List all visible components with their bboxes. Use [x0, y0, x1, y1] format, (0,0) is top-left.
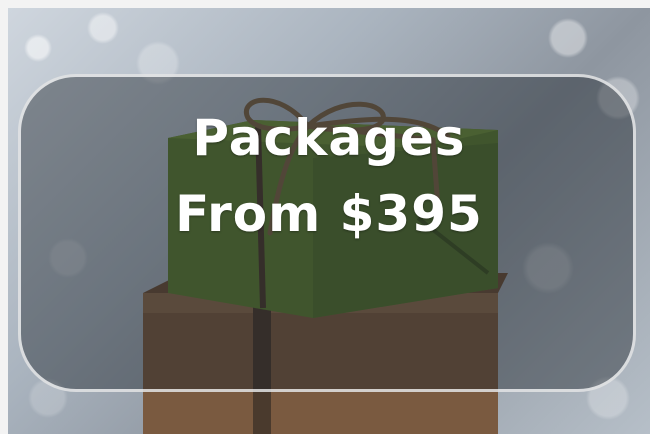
- promo-title: Packages: [192, 109, 466, 167]
- promo-headline: Packages From $395: [8, 100, 650, 252]
- promo-banner: Packages From $395: [8, 8, 650, 434]
- promo-price: From $395: [175, 185, 483, 243]
